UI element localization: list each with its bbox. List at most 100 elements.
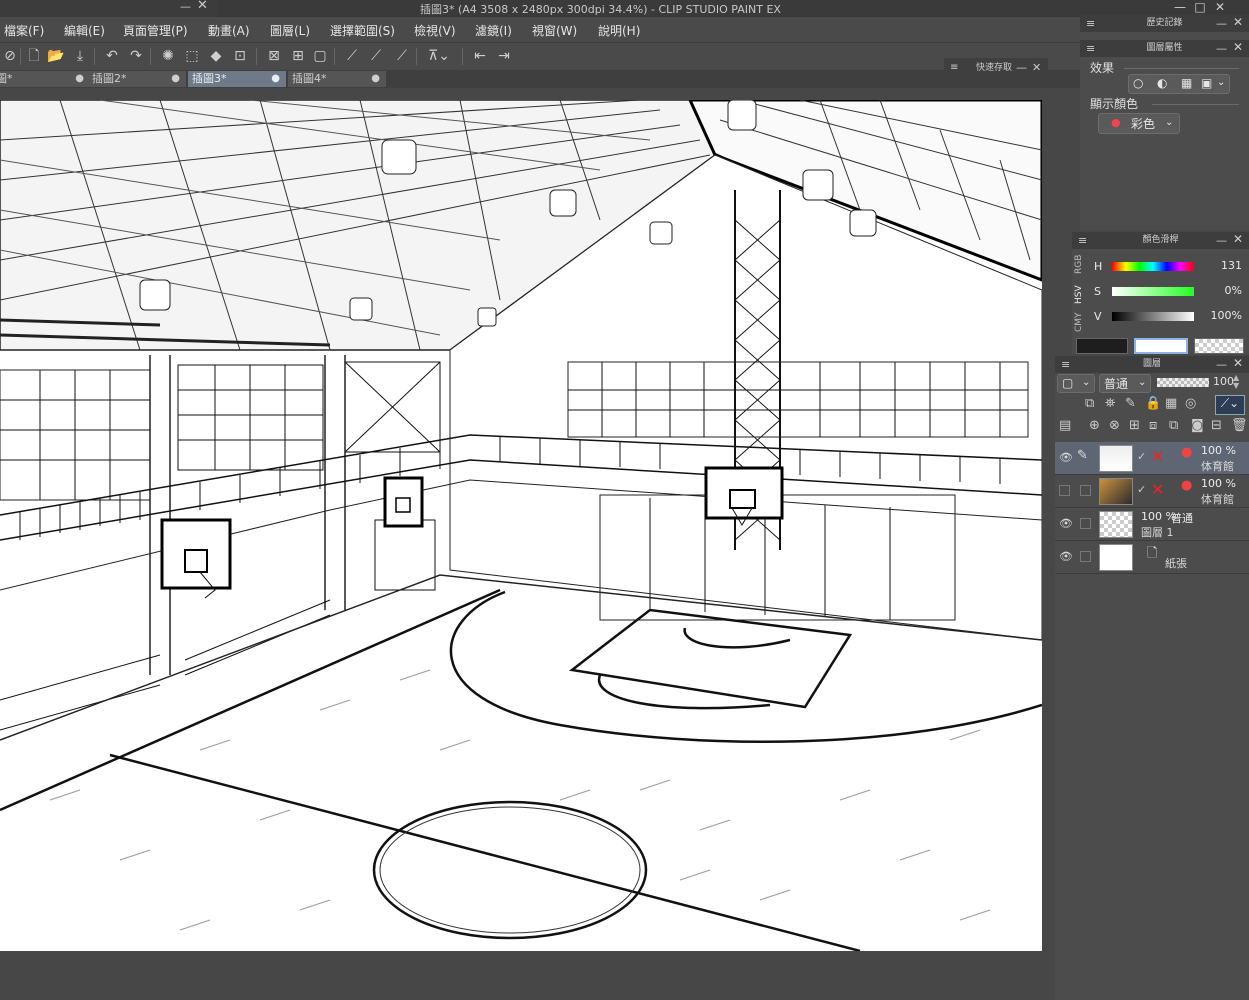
open-folder-icon[interactable]: 📂 [46, 47, 66, 65]
panel-grip-icon[interactable]: ≡ [950, 58, 958, 78]
minimize-button[interactable]: — [1170, 0, 1190, 16]
deselect-icon[interactable]: ⊠ [264, 47, 284, 65]
sub-color-swatch[interactable] [1134, 338, 1188, 354]
invert-selection-icon[interactable]: ⊞ [288, 47, 308, 65]
eye-icon[interactable]: 👁 [1059, 517, 1073, 530]
close-panel-icon[interactable]: ✕ [1233, 39, 1243, 56]
close-panel-icon[interactable]: ✕ [1233, 355, 1243, 372]
new-file-icon[interactable]: 🗋 [24, 47, 44, 65]
combine-down-icon[interactable]: ⧉ [1169, 418, 1178, 433]
visibility-toggle-off[interactable] [1059, 485, 1070, 496]
floating-mini-panel[interactable]: — ✕ [0, 0, 218, 17]
transparent-color-swatch[interactable] [1194, 338, 1244, 354]
layer-row[interactable]: 👁 🗋 紙張 [1055, 541, 1249, 574]
delete-layer-icon[interactable]: 🗑 [1231, 418, 1248, 433]
snap-special-ruler-icon[interactable]: ⟋ [366, 47, 386, 65]
eye-icon[interactable]: 👁 [1059, 451, 1073, 464]
panel-grip-icon[interactable]: ≡ [1086, 15, 1095, 32]
main-color-swatch[interactable] [1076, 338, 1128, 354]
close-panel-icon[interactable]: ✕ [1233, 231, 1243, 248]
layer-name[interactable]: 体育館 [1201, 491, 1234, 507]
close-panel-icon[interactable]: ✕ [197, 0, 208, 13]
show-selection-icon[interactable]: ▢ [310, 47, 330, 65]
minimize-panel-icon[interactable]: — [1016, 58, 1027, 78]
panel-grip-icon[interactable]: ≡ [1061, 356, 1070, 373]
new-vector-layer-icon[interactable]: ⊗ [1109, 418, 1120, 433]
history-panel-header[interactable]: ≡ 歷史記錄 — ✕ [1080, 15, 1249, 32]
close-button[interactable]: ✕ [1210, 0, 1230, 16]
quick-access-panel[interactable]: ≡ 快速存取 — ✕ [944, 58, 1048, 78]
layer-name[interactable]: 体育館 [1201, 458, 1234, 474]
special-ruler-dropdown-icon[interactable]: ⊼⌄ [422, 47, 456, 65]
snap-ruler-icon[interactable]: ⟋ [342, 47, 362, 65]
minimize-panel-icon[interactable]: — [1216, 356, 1227, 373]
menu-filter[interactable]: 濾鏡(I) [475, 22, 512, 39]
restore-button[interactable]: □ [1190, 0, 1210, 16]
extract-line-icon[interactable]: ◐ [1157, 74, 1167, 92]
minimize-panel-icon[interactable]: — [180, 0, 191, 13]
value-value[interactable]: 100% [1202, 309, 1242, 322]
opacity-value[interactable]: 100 [1213, 375, 1234, 388]
export-right-icon[interactable]: ⇥ [494, 47, 514, 65]
undo-icon[interactable]: ↶ [102, 47, 122, 65]
new-folder-icon[interactable]: ⊞ [1129, 418, 1140, 433]
layer-row[interactable]: ✓ ✕ ● 100 % 体育館 [1055, 475, 1249, 508]
menu-window[interactable]: 視窗(W) [532, 22, 577, 39]
color-slider-header[interactable]: ≡ 顏色滑桿 — ✕ [1072, 232, 1249, 249]
snap-grid-icon[interactable]: ⟋ [392, 47, 412, 65]
eye-icon[interactable]: 👁 [1059, 550, 1073, 563]
drawing-canvas[interactable] [0, 100, 1042, 951]
tab-illustration-1[interactable]: 圖* ● [0, 71, 90, 87]
layer-row[interactable]: 👁 100 % 普通 圖層 1 [1055, 508, 1249, 541]
transform-icon[interactable]: ⊡ [230, 47, 250, 65]
tab-hsv[interactable]: HSV [1074, 285, 1084, 304]
display-color-select[interactable]: ● 彩色 ⌄ [1098, 113, 1180, 134]
minimize-panel-icon[interactable]: — [1216, 15, 1227, 32]
layer-color-icon[interactable]: ▣ [1201, 74, 1212, 92]
tone-icon[interactable]: ▦ [1181, 74, 1192, 92]
tab-cmy[interactable]: CMY [1074, 312, 1084, 332]
edit-pen-icon[interactable]: ✎ [1077, 448, 1088, 463]
mask-disabled-icon[interactable]: ✕ [1151, 447, 1164, 466]
menu-view[interactable]: 檢視(V) [414, 22, 456, 39]
layer-name[interactable]: 紙張 [1165, 555, 1187, 571]
mask-disabled-icon[interactable]: ✕ [1151, 480, 1164, 499]
menu-selection[interactable]: 選擇範圍(S) [330, 22, 395, 39]
reference-layer-icon[interactable]: ⛯ [1105, 396, 1115, 411]
border-effect-icon[interactable]: ○ [1133, 74, 1143, 92]
tab-illustration-2[interactable]: 插圖2* ● [88, 71, 186, 87]
minimize-panel-icon[interactable]: — [1216, 232, 1227, 249]
menu-edit[interactable]: 編輯(E) [64, 22, 105, 39]
blend-mode-select[interactable]: 普通 ⌄ [1099, 374, 1151, 393]
value-slider[interactable] [1112, 312, 1194, 321]
saturation-value[interactable]: 0% [1202, 284, 1242, 297]
close-panel-icon[interactable]: ✕ [1032, 58, 1041, 78]
opacity-slider[interactable] [1157, 378, 1209, 387]
minimize-panel-icon[interactable]: — [1216, 40, 1227, 57]
chevron-down-icon[interactable]: ⌄ [1217, 74, 1225, 92]
save-icon[interactable]: ⤓ [70, 47, 90, 65]
panel-grip-icon[interactable]: ≡ [1078, 232, 1087, 249]
lock-toggle[interactable] [1080, 551, 1091, 562]
menu-animation[interactable]: 動畫(A) [208, 22, 250, 39]
effect-buttons[interactable]: ○ ◐ ▦ ▣ ⌄ [1128, 74, 1230, 94]
lock-toggle[interactable] [1080, 518, 1091, 529]
apply-mask-icon[interactable]: ⊟ [1211, 418, 1222, 433]
fill-icon[interactable]: ◆ [206, 47, 226, 65]
redo-icon[interactable]: ↷ [126, 47, 146, 65]
canvas-workspace[interactable] [0, 88, 1055, 952]
menu-help[interactable]: 說明(H) [598, 22, 640, 39]
hue-slider[interactable] [1112, 262, 1194, 271]
tab-rgb[interactable]: RGB [1074, 255, 1084, 274]
export-left-icon[interactable]: ⇤ [470, 47, 490, 65]
ruler-toggle-icon[interactable]: ⟋⌄ [1215, 395, 1245, 415]
lock-transparency-icon[interactable]: ▦ [1165, 396, 1177, 411]
clear-icon[interactable]: ✺ [158, 47, 178, 65]
transfer-down-icon[interactable]: ⧈ [1149, 418, 1157, 433]
layer-palette-menu-icon[interactable]: ▤ [1059, 418, 1071, 433]
menu-page-management[interactable]: 頁面管理(P) [123, 22, 188, 39]
layer-row[interactable]: 👁 ✎ ✓ ✕ ● 100 % 体育館 [1055, 442, 1249, 475]
tab-illustration-3[interactable]: 插圖3* ● [188, 71, 286, 87]
clipping-icon[interactable]: ⧉ [1085, 396, 1094, 411]
layer-color-dropdown[interactable]: ▢ ⌄ [1057, 374, 1095, 393]
